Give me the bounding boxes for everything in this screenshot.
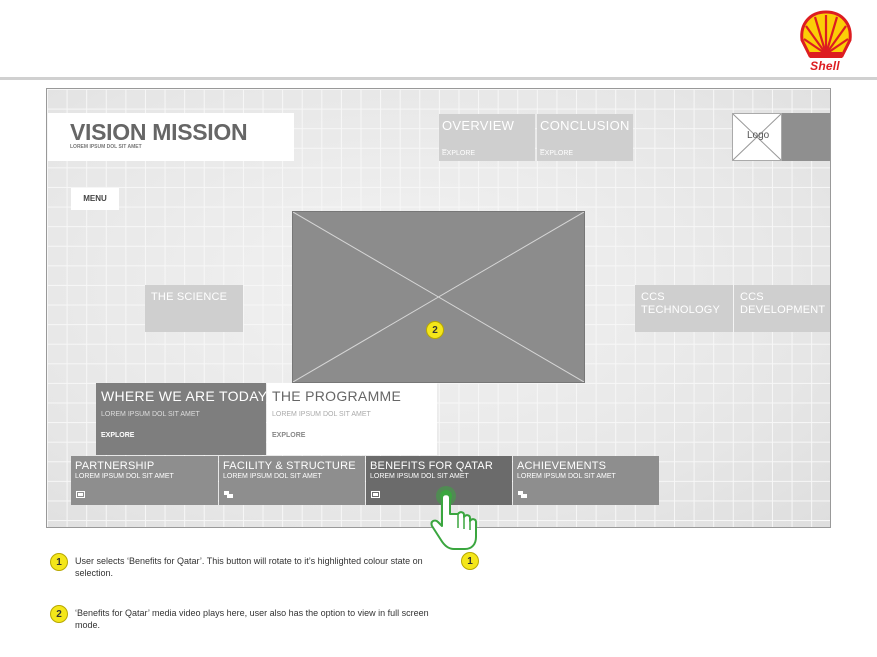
nav-subtitle: LOREM IPSUM DOL SIT AMET	[517, 473, 616, 480]
tile-label-line: CCS	[740, 291, 764, 303]
media-video-placeholder[interactable]	[292, 211, 585, 383]
tile-subtitle: LOREM IPSUM DOL SIT AMET	[272, 411, 371, 418]
screen-frame: VISION MISSION LOREM IPSUM DOL SIT AMET …	[46, 88, 831, 528]
chat-icon	[518, 491, 527, 498]
tile-ccs-technology[interactable]: CCS TECHNOLOGY	[635, 285, 733, 332]
chat-icon	[224, 491, 233, 498]
nav-tile-overview[interactable]: OVERVIEW _ EXPLORE	[439, 114, 535, 161]
tile-label: THE SCIENCE	[151, 291, 228, 303]
explore-link[interactable]: EXPLORE	[540, 150, 573, 157]
brand-name: Shell	[810, 59, 840, 73]
tile-label-line: CCS	[641, 291, 665, 303]
video-icon	[76, 491, 85, 498]
nav-title: PARTNERSHIP	[75, 460, 155, 472]
menu-button[interactable]: MENU	[71, 188, 119, 210]
annotation-marker: 1	[461, 552, 479, 570]
explore-link[interactable]: EXPLORE	[272, 432, 305, 439]
nav-subtitle: LOREM IPSUM DOL SIT AMET	[223, 473, 322, 480]
nav-title: BENEFITS FOR QATAR	[370, 460, 493, 472]
nav-title: ACHIEVEMENTS	[517, 460, 607, 472]
tile-title: WHERE WE ARE TODAY	[101, 388, 268, 404]
tile-label-line: TECHNOLOGY	[641, 304, 721, 316]
tile-ccs-development[interactable]: CCS DEVELOPMENT	[734, 285, 830, 332]
logo-panel	[782, 113, 830, 161]
tile-subtitle: LOREM IPSUM DOL SIT AMET	[101, 411, 200, 418]
nav-subtitle: LOREM IPSUM DOL SIT AMET	[370, 473, 469, 480]
annotation-text: ‘Benefits for Qatar’ media video plays h…	[75, 608, 429, 630]
placeholder-cross-icon	[292, 211, 585, 383]
tile-where-we-are-today[interactable]: WHERE WE ARE TODAY LOREM IPSUM DOL SIT A…	[96, 383, 268, 455]
annotation-marker: 2	[50, 605, 68, 623]
annotation-text: User selects ‘Benefits for Qatar’. This …	[75, 556, 423, 578]
annotation-marker: 1	[50, 553, 68, 571]
tile-the-programme[interactable]: THE PROGRAMME LOREM IPSUM DOL SIT AMET _…	[267, 383, 437, 455]
explore-link[interactable]: EXPLORE	[442, 150, 475, 157]
nav-subtitle: LOREM IPSUM DOL SIT AMET	[75, 473, 174, 480]
annotation-marker: 2	[426, 321, 444, 339]
page-subtitle: LOREM IPSUM DOL SIT AMET	[70, 144, 142, 150]
nav-tile-dash: _	[540, 141, 545, 150]
nav-tile-conclusion[interactable]: CONCLUSION _ EXPLORE	[537, 114, 633, 161]
page-title: VISION MISSION	[70, 119, 248, 145]
nav-tile-label: OVERVIEW	[442, 118, 515, 133]
nav-tile-dash: _	[442, 141, 447, 150]
tile-the-science[interactable]: THE SCIENCE	[145, 285, 243, 332]
nav-partnership[interactable]: PARTNERSHIP LOREM IPSUM DOL SIT AMET	[71, 456, 218, 505]
nav-tile-label: CONCLUSION	[540, 118, 630, 133]
tile-label: CCS DEVELOPMENT	[740, 291, 825, 317]
tile-label-line: DEVELOPMENT	[740, 304, 826, 316]
nav-facility-structure[interactable]: FACILITY & STRUCTURE LOREM IPSUM DOL SIT…	[219, 456, 365, 505]
logo-label: Logo	[747, 130, 770, 141]
header-divider	[0, 77, 877, 80]
tile-label: CCS TECHNOLOGY	[641, 291, 720, 317]
nav-achievements[interactable]: ACHIEVEMENTS LOREM IPSUM DOL SIT AMET	[513, 456, 659, 505]
nav-title: FACILITY & STRUCTURE	[223, 460, 356, 472]
video-icon	[371, 491, 380, 498]
explore-link[interactable]: EXPLORE	[101, 432, 134, 439]
tap-hand-icon	[430, 486, 477, 550]
tile-title: THE PROGRAMME	[272, 388, 402, 404]
